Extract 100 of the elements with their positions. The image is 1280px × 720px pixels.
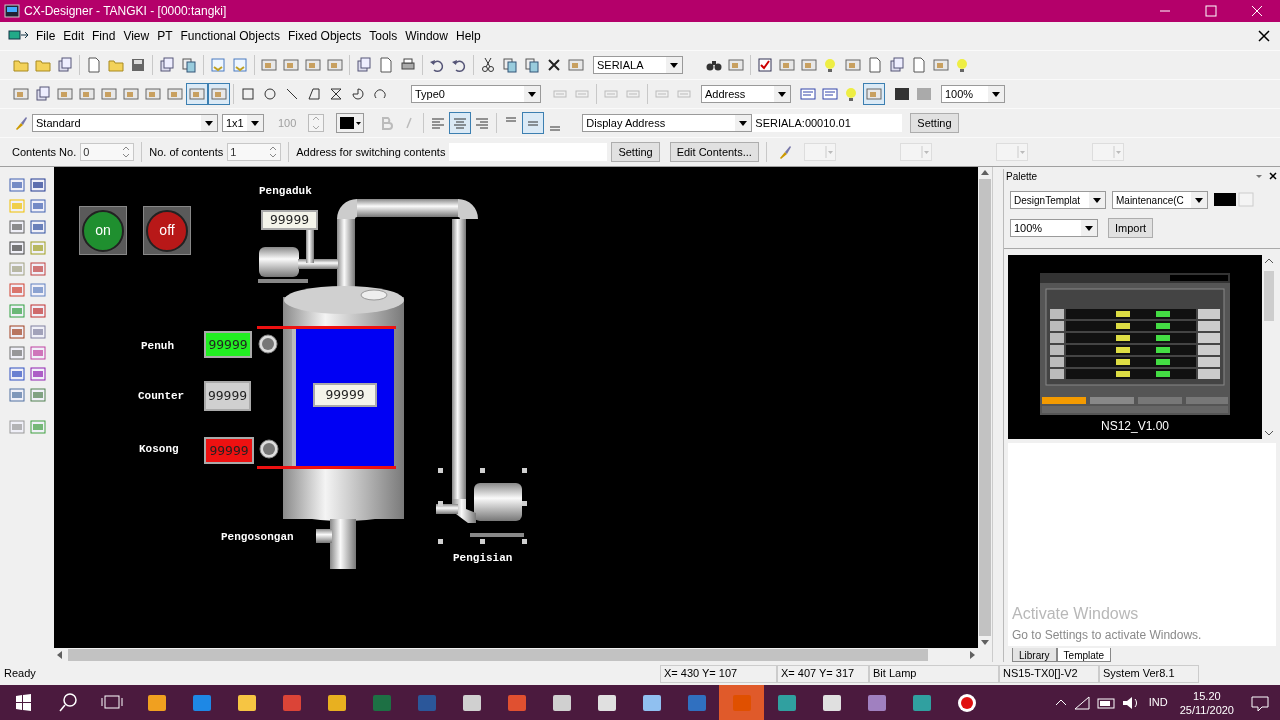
scroll-right-icon[interactable] (968, 650, 976, 660)
style-select[interactable]: Standard (32, 114, 218, 132)
edit-contents-button[interactable]: Edit Contents... (669, 142, 759, 162)
app-icon[interactable] (596, 692, 617, 713)
copy-screen-icon[interactable] (181, 57, 197, 73)
selection-handle[interactable] (522, 501, 527, 506)
selection-handle[interactable] (438, 501, 443, 506)
category-select[interactable]: Maintenance(C (1112, 191, 1208, 209)
app-icon[interactable] (821, 692, 842, 713)
csv-import-icon[interactable] (210, 57, 226, 73)
push-button[interactable]: on (82, 209, 124, 252)
align-right-icon[interactable] (474, 115, 491, 131)
object-icon[interactable] (866, 86, 882, 102)
circle-icon[interactable] (262, 86, 278, 102)
paste-icon[interactable] (524, 57, 540, 73)
display-select[interactable]: Display Address (582, 114, 753, 132)
clock[interactable]: 15.20 25/11/2020 (1173, 688, 1240, 717)
undo-icon[interactable] (429, 57, 445, 73)
object-icon[interactable] (327, 57, 343, 73)
align-center-icon[interactable] (452, 115, 469, 131)
template-select[interactable]: DesignTemplat (1010, 191, 1106, 209)
size-select[interactable]: 1x1 (222, 114, 264, 132)
scroll-down-icon[interactable] (980, 638, 990, 646)
address-select[interactable]: Address (701, 85, 791, 103)
menu-item[interactable]: Edit (59, 27, 89, 45)
menu-item[interactable]: Find (88, 27, 120, 45)
import-button[interactable]: Import (1108, 218, 1154, 238)
check-icon[interactable] (757, 57, 773, 73)
zoom-select[interactable]: 100% (1010, 219, 1098, 237)
app-icon[interactable] (461, 692, 482, 713)
app-icon[interactable] (326, 692, 347, 713)
app-icon[interactable] (146, 692, 167, 713)
address-field[interactable]: SERIALA:00010.01 (752, 114, 903, 132)
spinner-field[interactable]: 1 (227, 143, 282, 161)
pages-icon[interactable] (889, 57, 905, 73)
delete-icon[interactable] (546, 57, 562, 73)
new-document-icon[interactable] (86, 57, 102, 73)
panel-tab[interactable]: Template (1056, 648, 1112, 662)
menu-item[interactable]: Window (401, 27, 452, 45)
copy-icon[interactable] (502, 57, 518, 73)
menu-item[interactable]: View (119, 27, 154, 45)
menu-item[interactable]: Help (451, 27, 485, 45)
menu-item[interactable]: Tools (365, 27, 402, 45)
rectangle-icon[interactable] (240, 86, 256, 102)
scroll-down-icon[interactable] (1264, 429, 1274, 437)
menu-item[interactable]: File (32, 27, 60, 45)
spinner-icon[interactable] (308, 114, 325, 132)
csv-export-icon[interactable] (232, 57, 248, 73)
app-icon[interactable] (551, 692, 572, 713)
cut-icon[interactable] (480, 57, 496, 73)
align-left-icon[interactable] (430, 115, 447, 131)
language-indicator[interactable]: IND (1142, 694, 1174, 711)
template-thumbnail-drawing[interactable] (1040, 273, 1230, 415)
selection-handle[interactable] (522, 539, 527, 544)
menu-item[interactable]: Functional Objects (176, 27, 284, 45)
scroll-thumb[interactable] (1264, 271, 1274, 321)
menu-item[interactable]: Fixed Objects (283, 27, 366, 45)
address-icon[interactable] (800, 86, 816, 102)
polygon-icon[interactable] (306, 86, 322, 102)
app-icon[interactable] (956, 692, 977, 713)
zoom-select[interactable]: 100% (941, 85, 1005, 103)
block-icon[interactable] (894, 86, 910, 102)
selection-handle[interactable] (480, 539, 485, 544)
document-icon[interactable] (356, 57, 372, 73)
close-icon[interactable] (1268, 171, 1278, 181)
app-icon[interactable] (641, 692, 662, 713)
open-icon[interactable] (108, 57, 124, 73)
object-icon[interactable] (845, 57, 861, 73)
scroll-up-icon[interactable] (980, 169, 990, 177)
object-icon[interactable] (779, 57, 795, 73)
panel-tab[interactable]: Library (1012, 648, 1057, 662)
document-icon[interactable] (867, 57, 883, 73)
color-picker-icon[interactable] (336, 113, 365, 133)
sector-icon[interactable] (350, 86, 366, 102)
scroll-left-icon[interactable] (56, 650, 64, 660)
menu-app-icon[interactable] (8, 29, 30, 43)
save-icon[interactable] (130, 57, 146, 73)
setting-button[interactable]: Setting (910, 113, 959, 133)
object-icon[interactable] (283, 57, 299, 73)
object-icon[interactable] (261, 57, 277, 73)
selection-handle[interactable] (438, 539, 443, 544)
selection-handle[interactable] (522, 468, 527, 473)
selection-handle[interactable] (438, 468, 443, 473)
spinner-field[interactable]: 0 (80, 143, 135, 161)
device-select[interactable]: SERIALA (593, 56, 683, 74)
print-icon[interactable] (400, 57, 416, 73)
line-icon[interactable] (284, 86, 300, 102)
scroll-up-icon[interactable] (1264, 257, 1274, 265)
setting-button[interactable]: Setting (611, 142, 660, 162)
object-icon[interactable] (801, 57, 817, 73)
push-button[interactable]: off (146, 209, 188, 252)
brush-icon[interactable] (13, 115, 29, 131)
type-select[interactable]: Type0 (411, 85, 541, 103)
color-picker-icon[interactable] (1214, 192, 1254, 208)
selection-handle[interactable] (480, 468, 485, 473)
new-folder-icon[interactable] (13, 57, 29, 73)
pages-icon[interactable] (57, 57, 73, 73)
object-icon[interactable] (305, 57, 321, 73)
vertical-scrollbar[interactable] (978, 167, 992, 648)
open-folder-icon[interactable] (35, 57, 51, 73)
